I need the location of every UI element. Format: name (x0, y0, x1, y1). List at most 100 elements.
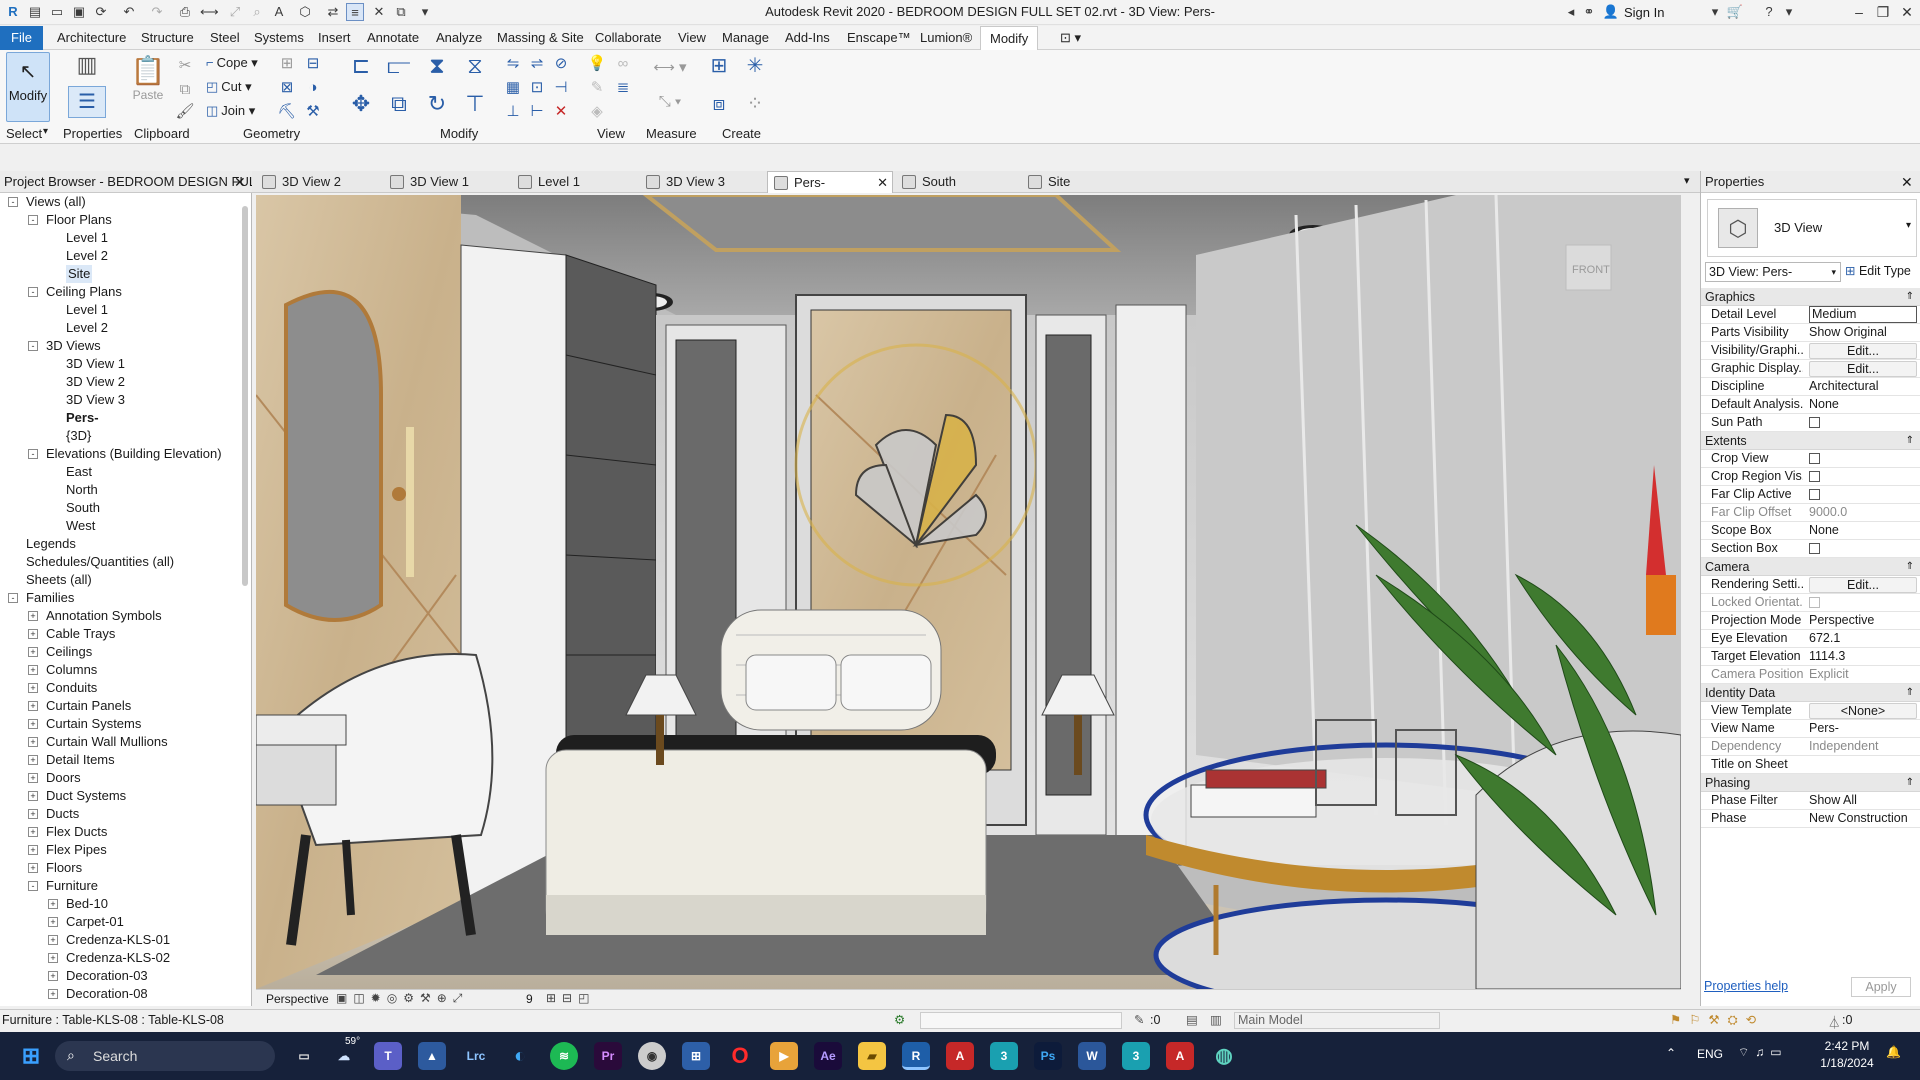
expand-icon[interactable]: + (28, 629, 38, 639)
open-icon[interactable]: ▤ (26, 3, 44, 21)
view-control-icons-2[interactable]: ⊞⊟◰ (546, 991, 595, 1005)
property-value[interactable]: None (1809, 523, 1917, 537)
browser-node[interactable]: Site (0, 265, 240, 283)
browser-node[interactable]: + Curtain Systems (0, 715, 240, 733)
3ds-max-icon[interactable]: 3 (990, 1042, 1018, 1070)
tab-massing-site[interactable]: Massing & Site (497, 26, 584, 50)
dimension-icon[interactable]: ⤢ (226, 3, 244, 21)
expand-icon[interactable]: + (48, 899, 58, 909)
3d-view-icon[interactable]: ⬡ (296, 3, 314, 21)
expand-icon[interactable]: + (48, 953, 58, 963)
browser-node[interactable]: North (0, 481, 240, 499)
browser-node[interactable]: Level 1 (0, 229, 240, 247)
expand-icon[interactable]: + (48, 935, 58, 945)
measure-between-icon[interactable]: ⟷ ▾ (648, 56, 692, 78)
browser-node[interactable]: 3D View 1 (0, 355, 240, 373)
property-value[interactable]: Architectural (1809, 379, 1917, 393)
property-value[interactable]: None (1809, 397, 1917, 411)
thin-lines-icon[interactable]: ≡ (346, 3, 364, 21)
browser-node[interactable]: + Curtain Panels (0, 697, 240, 715)
collapse-icon[interactable]: - (8, 197, 18, 207)
after-effects-icon[interactable]: Ae (814, 1042, 842, 1070)
tab-modify[interactable]: Modify (980, 26, 1039, 51)
apply-button[interactable]: Apply (1851, 977, 1911, 997)
close-button[interactable]: ✕ (1894, 2, 1920, 22)
browser-node[interactable]: + Annotation Symbols (0, 607, 240, 625)
browser-node[interactable]: East (0, 463, 240, 481)
expand-icon[interactable]: + (28, 827, 38, 837)
tab-3d-view-1[interactable]: 3D View 1 (384, 171, 504, 193)
property-checkbox[interactable] (1809, 471, 1820, 483)
property-value[interactable]: Medium (1809, 306, 1917, 323)
property-value[interactable] (1809, 541, 1917, 555)
tab-add-ins[interactable]: Add-Ins (785, 26, 830, 50)
property-value[interactable]: Edit... (1809, 343, 1917, 359)
browser-node[interactable]: + Detail Items (0, 751, 240, 769)
sketch-app-icon[interactable]: ◍ (1210, 1042, 1238, 1070)
collapse-group-icon[interactable]: ⇑ (1906, 684, 1914, 702)
demolish-icon[interactable]: ⛏ (274, 100, 300, 122)
tab-collaborate[interactable]: Collaborate (595, 26, 662, 50)
expand-icon[interactable]: + (48, 971, 58, 981)
property-checkbox[interactable] (1809, 453, 1820, 465)
text-icon[interactable]: A (270, 3, 288, 21)
cope-button[interactable]: ⌐ Cope ▾ (206, 55, 258, 71)
property-value[interactable]: Pers- (1809, 721, 1917, 735)
tab-view[interactable]: View (678, 26, 706, 50)
browser-node[interactable]: - Elevations (Building Elevation) (0, 445, 240, 463)
property-value[interactable]: Independent (1809, 739, 1917, 753)
viewcube-label[interactable]: FRONT (1572, 264, 1610, 276)
browser-node[interactable]: - Ceiling Plans (0, 283, 240, 301)
browser-node[interactable]: + Flex Pipes (0, 841, 240, 859)
tab-annotate[interactable]: Annotate (367, 26, 419, 50)
join-button[interactable]: ◫ Join ▾ (206, 103, 255, 119)
tab-architecture[interactable]: Architecture (57, 26, 126, 50)
browser-node[interactable]: Pers- (0, 409, 240, 427)
collapse-group-icon[interactable]: ⇑ (1906, 558, 1914, 576)
property-value[interactable]: Edit... (1809, 577, 1917, 593)
browser-node[interactable]: 3D View 3 (0, 391, 240, 409)
view-control-icons[interactable]: ▣◫✹◎⚙⚒⊕⤢ (336, 991, 468, 1006)
match-type-icon[interactable]: 🖌 (172, 100, 198, 122)
photos-icon[interactable]: ▲ (418, 1042, 446, 1070)
browser-node[interactable]: Legends (0, 535, 240, 553)
tray-overflow-icon[interactable]: ⌃ (1666, 1046, 1676, 1060)
property-group-header[interactable]: Extents ⇑ (1701, 432, 1920, 450)
spotify-icon[interactable]: ≋ (550, 1042, 578, 1070)
tab-manage[interactable]: Manage (722, 26, 769, 50)
contextual-menu-icon[interactable]: ⊡ ▾ (1060, 26, 1081, 50)
tag-icon[interactable]: ⌕ (248, 3, 266, 21)
measure-icon[interactable]: ⟷ (200, 3, 219, 21)
collapse-group-icon[interactable]: ⇑ (1906, 432, 1914, 450)
rotate-icon[interactable]: ↻ (422, 92, 452, 122)
tab-close-icon[interactable]: ✕ (877, 172, 888, 194)
browser-node[interactable]: + Duct Systems (0, 787, 240, 805)
browser-node[interactable]: - Furniture (0, 877, 240, 895)
expand-icon[interactable]: + (28, 701, 38, 711)
mirror-draw-icon[interactable]: ⧖ (460, 54, 490, 84)
property-value[interactable]: Show All (1809, 793, 1917, 807)
notifications-icon[interactable]: 🔔 (1886, 1045, 1901, 1059)
browser-node[interactable]: + Bed-10 (0, 895, 240, 913)
tab-file[interactable]: File (0, 26, 43, 50)
property-value[interactable]: Show Original (1809, 325, 1917, 339)
filter-icon[interactable]: ⏃ (1828, 1012, 1841, 1031)
property-checkbox[interactable] (1809, 489, 1820, 501)
property-value[interactable]: 1114.3 (1809, 649, 1917, 663)
view-selector[interactable]: 3D View: Pers- ▾ (1705, 262, 1841, 282)
split-gap-icon[interactable]: ⇌ (524, 52, 550, 74)
media-player-icon[interactable]: ▶ (770, 1042, 798, 1070)
tab-enscape[interactable]: Enscape™ (847, 26, 911, 50)
properties-toggle-button[interactable]: ☰ (68, 86, 106, 118)
editing-icon[interactable]: ✎ (1134, 1012, 1144, 1027)
expand-icon[interactable]: + (48, 917, 58, 927)
create-group-icon[interactable]: ⧈ (704, 92, 734, 122)
collapse-icon[interactable]: - (28, 881, 38, 891)
property-value[interactable] (1809, 487, 1917, 501)
expand-icon[interactable]: + (48, 989, 58, 999)
property-value[interactable] (1809, 415, 1917, 429)
browser-node[interactable]: + Floors (0, 859, 240, 877)
start-windows-icon[interactable]: ⊞ (17, 1042, 45, 1070)
browser-node[interactable]: 3D View 2 (0, 373, 240, 391)
binoculars-icon[interactable]: ⚭ (1580, 3, 1598, 21)
